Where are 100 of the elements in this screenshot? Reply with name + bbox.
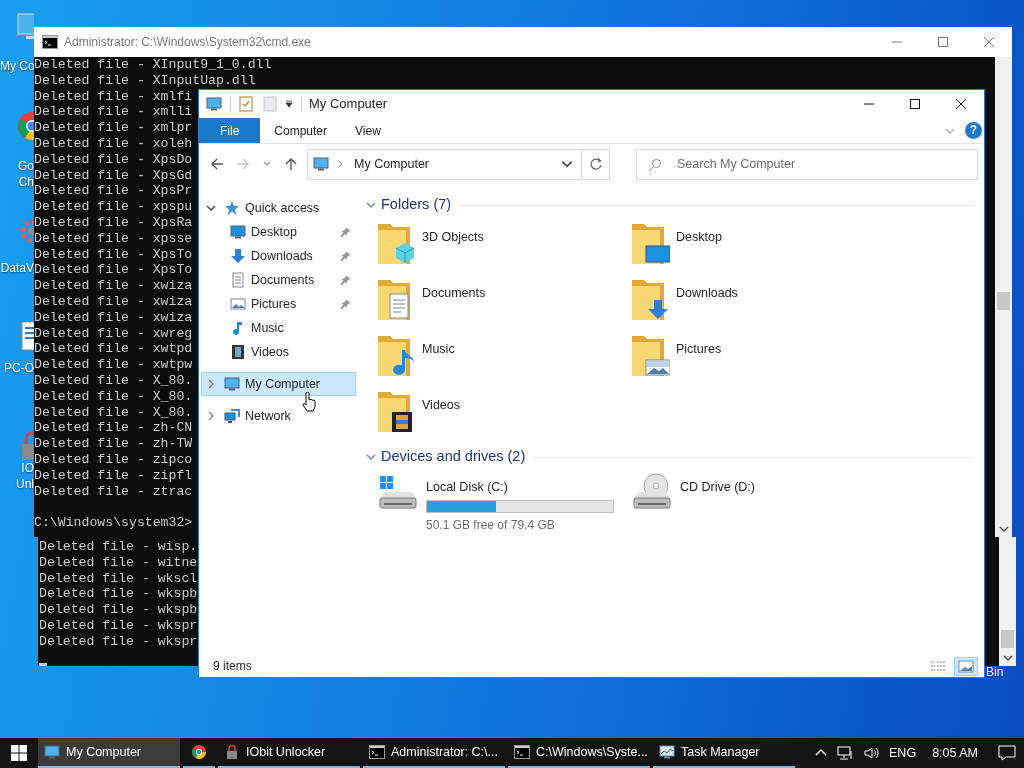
scrollbar[interactable] [995,57,1012,537]
scroll-down-icon[interactable] [1003,653,1013,663]
down-arrow-icon [230,248,246,264]
taskbar-button[interactable]: Task Manager [653,738,795,768]
console-icon [42,35,58,49]
nav-item[interactable]: Music [201,316,356,340]
nav-item[interactable]: Desktop [201,220,356,244]
pin-icon [338,250,350,262]
language-indicator[interactable]: ENG [889,743,917,763]
console-line: Deleted file - zh-CN [34,420,193,437]
nav-item[interactable]: Videos [201,340,356,364]
taskbar-button[interactable]: C:\Windows\Syste... [508,738,650,768]
console-line: Deleted file - xmlfi [34,88,193,105]
clock[interactable]: 8:05 AM [932,743,978,763]
console-line: Deleted file - xwreg [34,325,193,342]
search-field[interactable]: Search My Computer [636,148,978,180]
folder-name[interactable]: Desktop [676,228,722,247]
section-title[interactable]: Devices and drives (2) [381,446,526,468]
windows-logo-icon [11,745,27,761]
section-title[interactable]: Folders (7) [381,194,452,216]
nav-item[interactable]: Documents [201,268,356,292]
dropdown-icon[interactable] [284,99,294,109]
drive-name[interactable]: Local Disk (C:) [426,478,614,497]
address-text: My Computer [354,155,431,173]
console-line: Deleted file - wkscl [39,570,198,587]
console-line: Deleted file - xwiza [34,309,193,326]
window-title: My Computer [309,95,388,114]
icon-label[interactable]: Bin [986,664,1004,680]
forward-icon [236,157,250,171]
large-icons-view-button[interactable] [954,656,978,676]
help-button[interactable]: ? [965,122,982,139]
search-icon [648,157,662,172]
nav-item[interactable]: Quick access [201,196,356,220]
console-line: Deleted file - XpsTo [34,262,193,279]
folder-name[interactable]: Videos [422,396,460,415]
notification-icon[interactable] [998,745,1016,761]
taskbar-button[interactable]: My Computer [38,738,180,768]
taskbar-button[interactable]: Administrator: C:\... [363,738,505,768]
console-line: Deleted file - xpsse [34,230,193,247]
scroll-thumb[interactable] [997,292,1010,310]
file-menu-button[interactable]: File [199,118,261,143]
console-line: Deleted file - xpspu [34,199,193,215]
network-icon[interactable] [837,745,854,761]
nav-item[interactable]: Downloads [201,244,356,268]
console-line: Deleted file - wkspb [39,602,198,618]
properties-icon[interactable] [238,96,254,112]
address-bar[interactable]: My Computer [307,148,610,180]
speaker-icon[interactable] [863,745,880,761]
console-line: Deleted file - xwtpd [34,341,193,358]
monitor-icon [230,224,246,240]
folder-name[interactable]: 3D Objects [422,228,484,247]
nav-item[interactable]: Network [201,404,356,428]
star-icon [224,200,240,216]
window-title: Administrator: C:\Windows\System32\cmd.exe [64,34,311,51]
console-line: Deleted file - XpsTo [34,246,193,263]
console-line: Deleted file - xwiza [34,293,193,310]
monitor-icon[interactable] [205,96,223,112]
maximize-icon [938,37,948,47]
monitor-icon [224,376,240,392]
chevron-down-icon[interactable] [206,203,216,213]
folder-name[interactable]: Music [422,340,455,359]
dropdown-icon[interactable] [561,158,573,170]
console-line: Deleted file - xmlpr [34,120,193,136]
console-line: Deleted file - XInputUap.dll [34,72,256,89]
console-prompt: C:\Windows\system32> [34,515,193,531]
console-line: Deleted file - witne [39,554,198,571]
console-line: Deleted file - X_80. [34,388,193,405]
console-line: Deleted file - zipco [34,451,193,468]
chevron-right-icon[interactable] [206,411,216,421]
scroll-down-icon[interactable] [999,524,1009,534]
close-icon [956,99,966,109]
text-cursor [39,662,47,666]
console-line: Deleted file - wkspr [39,618,198,634]
chevron-right-icon[interactable] [206,379,216,389]
cd-drive-icon[interactable] [630,472,674,512]
hand-pointer-icon [302,392,316,412]
monitor-icon [44,744,60,760]
console-line: Deleted file - XpsGd [34,167,193,184]
console-line: Deleted file - xwtpw [34,357,193,373]
console-line: Deleted file - wkspr [39,633,198,650]
drive-name[interactable]: CD Drive (D:) [680,478,755,497]
console-line: Deleted file - wisp. [39,539,198,555]
nav-item[interactable]: Pictures [201,292,356,316]
pin-icon [338,226,350,238]
ribbon-tab[interactable]: Computer [260,118,342,143]
folder-name[interactable]: Documents [422,284,486,303]
console-line: Deleted file - XInput9_1_0.dll [34,57,272,73]
scrollbar[interactable] [999,537,1016,666]
pin-icon [338,274,350,286]
close-icon [984,37,994,47]
taskbar-button[interactable]: IObit Unlocker [218,738,360,768]
maximize-icon [910,99,920,109]
console-line: Deleted file - XpsDo [34,151,193,167]
scroll-thumb[interactable] [1001,630,1014,648]
monitor-chart-icon [659,744,675,760]
document-icon [230,272,246,288]
ribbon-tab[interactable]: View [341,118,395,143]
folder-name[interactable]: Pictures [676,340,722,359]
folder-name[interactable]: Downloads [676,284,738,303]
pin-icon [338,298,350,310]
